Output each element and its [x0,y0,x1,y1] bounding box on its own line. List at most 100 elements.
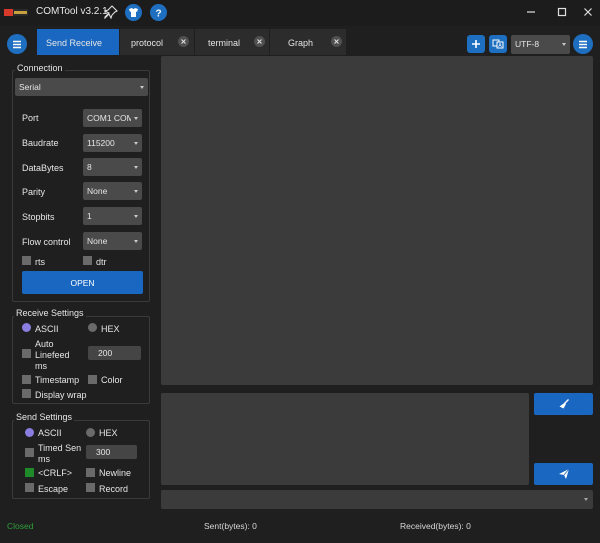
timestamp-checkbox[interactable] [22,375,31,384]
help-icon[interactable]: ? [150,4,167,21]
timed-send-label-1: Timed Sen [38,443,82,453]
send-history-select[interactable] [161,490,593,509]
auto-linefeed-label-1: Auto [35,339,54,349]
send-ascii-radio[interactable] [25,428,34,437]
tab-label: protocol [131,38,164,48]
connection-type-value: Serial [19,82,41,92]
databytes-select[interactable]: 8 [83,158,142,176]
window-title: COMTool v3.2.1 [36,6,108,17]
tab-graph[interactable]: Graph [270,29,346,55]
clear-button[interactable] [534,393,593,415]
tab-send-receive[interactable]: Send Receive [37,29,119,55]
databytes-value: 8 [87,162,92,172]
skin-icon[interactable] [125,4,142,21]
timed-send-label-2: ms [38,454,50,464]
stopbits-label: Stopbits [22,212,55,222]
open-button-label: OPEN [70,277,95,288]
auto-linefeed-label-3: ms [35,361,47,371]
rts-label: rts [35,257,45,267]
close-icon[interactable] [578,3,598,21]
parity-select[interactable]: None [83,182,142,200]
chevron-down-icon [134,142,138,145]
color-checkbox[interactable] [88,375,97,384]
close-tab-icon[interactable] [178,36,189,47]
newline-label: Newline [99,468,132,478]
connection-title: Connection [15,63,65,73]
timed-send-checkbox[interactable] [25,448,34,457]
baudrate-value: 115200 [87,138,115,148]
chevron-down-icon [584,498,588,501]
receive-area[interactable] [161,56,593,385]
encoding-select[interactable]: UTF-8 [511,35,570,54]
stopbits-value: 1 [87,211,92,221]
minimize-icon[interactable] [521,3,541,21]
open-button[interactable]: OPEN [22,271,143,294]
baudrate-label: Baudrate [22,138,59,148]
send-button[interactable] [534,463,593,485]
tab-label: terminal [208,38,241,48]
auto-linefeed-ms-input[interactable]: 200 [88,346,141,360]
connection-status: Closed [7,521,34,531]
encoding-value: UTF-8 [515,39,540,49]
received-bytes: Received(bytes): 0 [400,521,471,531]
stopbits-select[interactable]: 1 [83,207,142,225]
receive-ascii-label: ASCII [35,324,59,334]
broom-icon [559,399,569,409]
dtr-label: dtr [96,257,107,267]
menu-button[interactable] [7,34,27,54]
chevron-down-icon [134,240,138,243]
send-input-area[interactable] [161,393,529,485]
color-label: Color [101,375,123,385]
close-tab-icon[interactable] [254,36,265,47]
port-value: COM1 COM [87,113,131,123]
rts-checkbox[interactable] [22,256,31,265]
dtr-checkbox[interactable] [83,256,92,265]
app-logo [4,8,28,17]
tab-terminal[interactable]: terminal [195,29,269,55]
flow-control-select[interactable]: None [83,232,142,250]
close-tab-icon[interactable] [331,36,342,47]
maximize-icon[interactable] [552,3,572,21]
display-wrap-checkbox[interactable] [22,389,31,398]
send-hex-label: HEX [99,428,118,438]
escape-checkbox[interactable] [25,483,34,492]
record-label: Record [99,484,129,494]
receive-hex-radio[interactable] [88,323,97,332]
chevron-down-icon [140,86,144,89]
port-select[interactable]: COM1 COM [83,109,142,127]
flow-control-value: None [87,236,108,246]
timestamp-label: Timestamp [35,375,80,385]
timed-send-ms-value: 300 [96,447,111,457]
receive-hex-label: HEX [101,324,120,334]
record-checkbox[interactable] [86,483,95,492]
auto-linefeed-label-2: Linefeed [35,350,70,360]
crlf-label: <CRLF> [38,468,73,478]
send-ascii-label: ASCII [38,428,62,438]
pin-icon[interactable] [104,5,118,19]
parity-label: Parity [22,187,46,197]
newline-checkbox[interactable] [86,468,95,477]
auto-linefeed-ms-value: 200 [98,348,113,358]
databytes-label: DataBytes [22,163,64,173]
send-settings-title: Send Settings [14,412,75,422]
tab-label: Send Receive [46,38,103,48]
receive-ascii-radio[interactable] [22,323,31,332]
add-tab-button[interactable] [467,35,485,53]
timed-send-ms-input[interactable]: 300 [86,445,137,459]
chevron-down-icon [134,215,138,218]
tab-protocol[interactable]: protocol [120,29,194,55]
settings-menu-button[interactable] [573,34,593,54]
flow-control-label: Flow control [22,237,71,247]
translate-button[interactable]: A [489,35,507,53]
escape-label: Escape [38,484,69,494]
crlf-checkbox[interactable] [25,468,34,477]
svg-text:?: ? [155,9,161,19]
chevron-down-icon [562,43,566,46]
connection-type-select[interactable]: Serial [15,78,148,96]
display-wrap-label: Display wrap [35,390,87,400]
baudrate-select[interactable]: 115200 [83,134,142,152]
send-hex-radio[interactable] [86,428,95,437]
auto-linefeed-checkbox[interactable] [22,349,31,358]
chevron-down-icon [134,117,138,120]
receive-settings-title: Receive Settings [14,308,86,318]
